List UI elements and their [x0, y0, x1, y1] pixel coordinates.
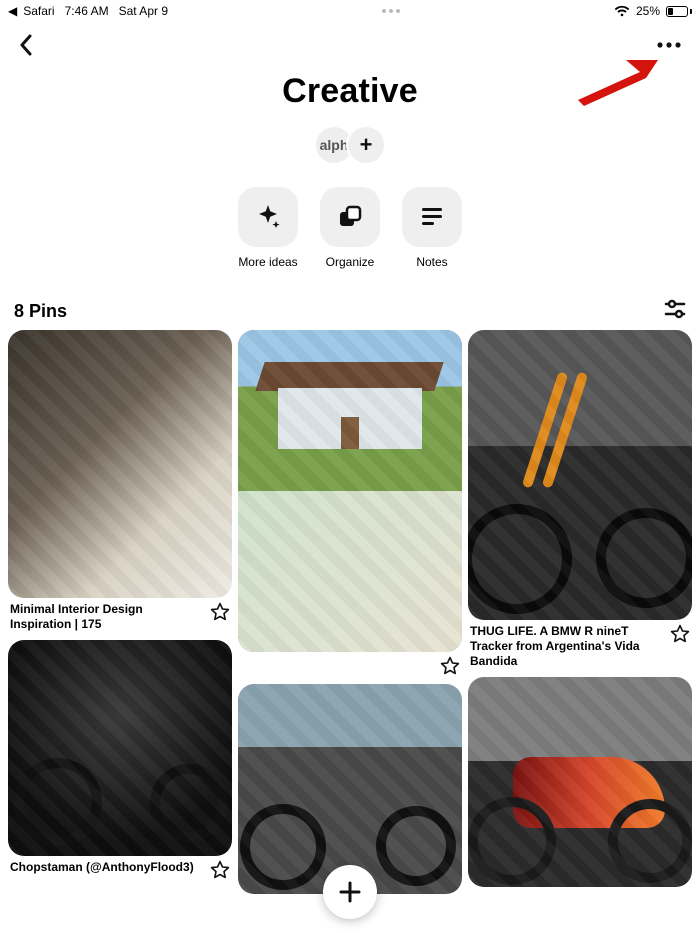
battery-pct: 25%	[636, 4, 660, 18]
grid-col-3: THUG LIFE. A BMW R nineT Tracker from Ar…	[468, 330, 692, 894]
favorite-button[interactable]	[670, 624, 690, 644]
grid-col-2	[238, 330, 462, 894]
favorite-button[interactable]	[210, 602, 230, 622]
pin-caption: THUG LIFE. A BMW R nineT Tracker from Ar…	[470, 624, 666, 669]
star-outline-icon	[440, 656, 460, 676]
pins-grid: Minimal Interior Design Inspiration | 17…	[0, 324, 700, 894]
notes-button[interactable]	[402, 187, 462, 247]
pins-count: 8 Pins	[14, 301, 67, 322]
star-outline-icon	[210, 860, 230, 880]
pin[interactable]	[238, 330, 462, 678]
back-button[interactable]	[18, 34, 34, 56]
create-pin-fab[interactable]	[323, 865, 377, 919]
pin[interactable]: Chopstaman (@AnthonyFlood3)	[8, 640, 232, 882]
pin[interactable]: Minimal Interior Design Inspiration | 17…	[8, 330, 232, 634]
status-date: Sat Apr 9	[119, 4, 168, 18]
multitask-dots[interactable]	[382, 9, 400, 13]
pin-caption: Minimal Interior Design Inspiration | 17…	[10, 602, 206, 632]
status-time: 7:46 AM	[65, 4, 109, 18]
pin[interactable]	[238, 684, 462, 894]
pins-header: 8 Pins	[0, 299, 700, 324]
pin-image[interactable]	[238, 330, 462, 652]
grid-col-1: Minimal Interior Design Inspiration | 17…	[8, 330, 232, 894]
plus-icon	[338, 880, 362, 904]
filter-icon	[664, 299, 686, 319]
pin-image[interactable]	[8, 640, 232, 856]
organize-icon	[337, 204, 363, 230]
wifi-icon	[614, 5, 630, 17]
pin-image[interactable]	[468, 330, 692, 620]
board-title: Creative	[0, 72, 700, 111]
notes-icon	[420, 206, 444, 228]
pin-image[interactable]	[468, 677, 692, 887]
pin[interactable]	[468, 677, 692, 887]
notes-label: Notes	[416, 255, 447, 269]
more-ideas-button[interactable]	[238, 187, 298, 247]
battery-icon	[666, 6, 692, 17]
pin[interactable]: THUG LIFE. A BMW R nineT Tracker from Ar…	[468, 330, 692, 671]
add-collaborator-button[interactable]: +	[346, 125, 386, 165]
star-outline-icon	[670, 624, 690, 644]
back-to-app-caret[interactable]: ◀	[8, 4, 17, 18]
app-top-bar	[0, 22, 700, 68]
status-bar: ◀ Safari 7:46 AM Sat Apr 9 25%	[0, 0, 700, 22]
star-outline-icon	[210, 602, 230, 622]
pin-image[interactable]	[8, 330, 232, 598]
back-to-app-label[interactable]: Safari	[23, 4, 54, 18]
organize-button[interactable]	[320, 187, 380, 247]
board-header: Creative alph + More ideas Organize Note…	[0, 72, 700, 269]
sparkle-icon	[254, 203, 282, 231]
more-ideas-label: More ideas	[238, 255, 297, 269]
filter-button[interactable]	[664, 299, 686, 324]
pin-caption: Chopstaman (@AnthonyFlood3)	[10, 860, 206, 875]
pin-image[interactable]	[238, 684, 462, 894]
more-options-button[interactable]	[656, 41, 682, 49]
favorite-button[interactable]	[440, 656, 460, 676]
favorite-button[interactable]	[210, 860, 230, 880]
organize-label: Organize	[326, 255, 375, 269]
